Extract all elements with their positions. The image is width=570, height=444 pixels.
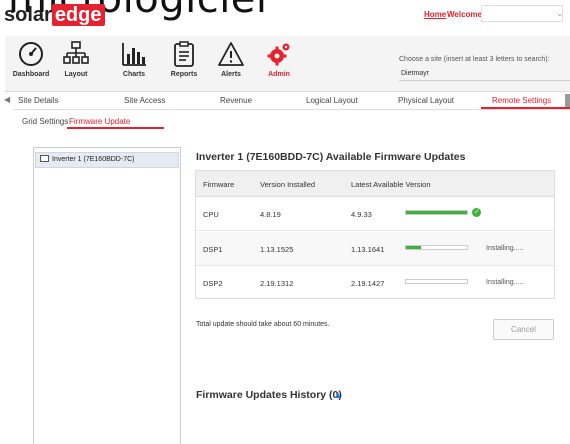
- tab-site-details[interactable]: Site Details: [18, 96, 58, 105]
- firmware-updates-title: Inverter 1 (7E160BDD-7C) Available Firmw…: [196, 151, 466, 163]
- user-dropdown[interactable]: [481, 5, 563, 22]
- toolbar-label: Admin: [268, 71, 290, 78]
- toolbar-dashboard[interactable]: Dashboard: [9, 40, 53, 90]
- inverter-icon: [40, 155, 49, 162]
- subtab-grid-settings[interactable]: Grid Settings: [22, 117, 68, 126]
- progress-bar: [405, 279, 468, 284]
- tab-site-access[interactable]: Site Access: [124, 96, 165, 105]
- progress-fill: [406, 246, 422, 249]
- settings-tabs: ◀ Site Details Site Access Revenue Logic…: [4, 93, 570, 110]
- install-status: Installing.....: [486, 245, 524, 252]
- chevron-down-icon[interactable]: ⌄: [556, 8, 564, 19]
- toolbar-label: Dashboard: [12, 71, 50, 78]
- active-subtab-underline: [67, 127, 164, 129]
- toolbar-label: Alerts: [221, 71, 241, 78]
- tab-physical-layout[interactable]: Physical Layout: [398, 96, 454, 105]
- alert-triangle-icon: [218, 42, 244, 66]
- site-search-input[interactable]: Dietmayr: [399, 67, 570, 81]
- welcome-label: Welcome: [447, 10, 482, 19]
- table-row: DSP2 2.19.1312 2.19.1427 Installing.....: [196, 266, 554, 300]
- active-tab-underline: [481, 107, 570, 109]
- version-latest: 2.19.1427: [351, 279, 385, 288]
- tabs-scroll-right-icon[interactable]: [565, 94, 570, 107]
- table-row: CPU 4.8.19 4.9.33 ✓: [196, 197, 554, 231]
- inverter-list-item[interactable]: Inverter 1 (7E160BDD-7C): [35, 152, 179, 168]
- toolbar-label: Charts: [122, 71, 146, 78]
- firmware-name: DSP1: [203, 245, 223, 254]
- tab-logical-layout[interactable]: Logical Layout: [306, 96, 358, 105]
- dashboard-gauge-icon: [19, 42, 43, 66]
- progress-bar: [405, 245, 468, 250]
- table-row: DSP1 1.13.1525 1.13.1641 Installing.....: [196, 232, 554, 266]
- layout-tree-icon: [63, 41, 89, 64]
- total-update-note: Total update should take about 60 minute…: [196, 321, 330, 328]
- firmware-table: Firmware Version Installed Latest Availa…: [195, 170, 555, 299]
- toolbar-admin[interactable]: Admin: [257, 40, 301, 90]
- column-header-firmware: Firmware: [203, 180, 235, 189]
- main-toolbar: Dashboard Layout Charts Reports Alerts A…: [5, 36, 570, 92]
- inverter-list-panel: Inverter 1 (7E160BDD-7C): [33, 147, 181, 444]
- version-installed: 2.19.1312: [260, 279, 294, 288]
- version-latest: 4.9.33: [351, 210, 372, 219]
- toolbar-label: Layout: [64, 71, 88, 78]
- firmware-name: DSP2: [203, 279, 223, 288]
- column-header-installed: Version Installed: [260, 180, 316, 189]
- cancel-button[interactable]: Cancel: [493, 319, 554, 340]
- version-latest: 1.13.1641: [351, 245, 385, 254]
- toolbar-alerts[interactable]: Alerts: [209, 40, 253, 90]
- progress-fill: [406, 211, 467, 214]
- solaredge-logo: solar edge: [4, 4, 105, 27]
- tab-remote-settings[interactable]: Remote Settings: [492, 96, 551, 105]
- site-search-hint: Choose a site (insert at least 3 letters…: [399, 56, 550, 63]
- charts-icon: [122, 43, 146, 66]
- admin-gears-icon: [267, 43, 290, 66]
- toolbar-label: Reports: [170, 71, 198, 78]
- version-installed: 4.8.19: [260, 210, 281, 219]
- checkmark-icon: ✓: [472, 208, 481, 217]
- expand-triangle-icon[interactable]: ▲: [333, 390, 343, 401]
- version-installed: 1.13.1525: [260, 245, 294, 254]
- tab-revenue[interactable]: Revenue: [220, 96, 252, 105]
- subtab-firmware-update[interactable]: Firmware Update: [69, 117, 130, 126]
- firmware-table-header: Firmware Version Installed Latest Availa…: [196, 171, 554, 197]
- tabs-scroll-left-icon[interactable]: ◀: [4, 95, 10, 104]
- toolbar-charts[interactable]: Charts: [112, 40, 156, 90]
- firmware-history-title[interactable]: Firmware Updates History (0): [196, 389, 342, 401]
- toolbar-layout[interactable]: Layout: [54, 40, 98, 90]
- install-status: Installing.....: [486, 279, 524, 286]
- toolbar-reports[interactable]: Reports: [162, 40, 206, 90]
- firmware-name: CPU: [203, 210, 219, 219]
- progress-bar: [405, 210, 468, 215]
- reports-icon: [174, 41, 194, 67]
- top-bar: solar edge Home Welcome ⌄: [0, 0, 570, 30]
- remote-settings-subtabs: Grid Settings Firmware Update: [22, 116, 570, 129]
- column-header-latest: Latest Available Version: [351, 180, 431, 189]
- home-link[interactable]: Home: [424, 10, 446, 19]
